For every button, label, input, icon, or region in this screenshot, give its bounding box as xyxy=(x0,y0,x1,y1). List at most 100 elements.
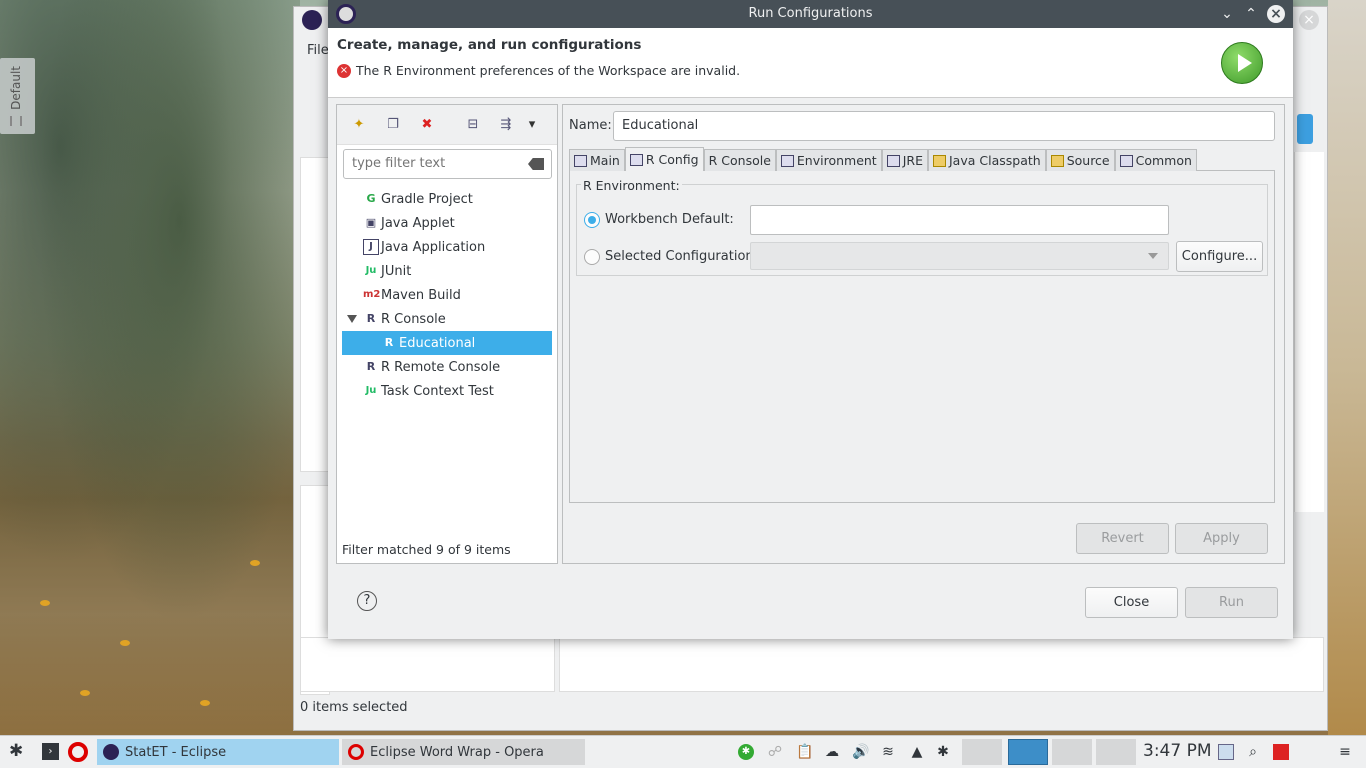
menu-icon[interactable]: ≡ xyxy=(1337,744,1353,760)
wallpaper-right xyxy=(1328,0,1366,735)
filter-icon[interactable]: ⇶ xyxy=(498,117,514,133)
eclipse-editor-panel xyxy=(559,637,1324,692)
opera-icon[interactable] xyxy=(68,742,88,762)
chevron-down-icon xyxy=(1148,253,1158,259)
workbench-default-radio[interactable] xyxy=(584,212,600,228)
desktop-pager-1[interactable] xyxy=(962,739,1002,765)
tab-jre[interactable]: JRE xyxy=(881,149,928,171)
desktop-pager-3[interactable] xyxy=(1052,739,1092,765)
expand-tray-icon[interactable]: ▲ xyxy=(909,744,925,760)
view-menu-icon[interactable]: ▾ xyxy=(524,117,540,133)
taskbar: ✱ › StatET - Eclipse Eclipse Word Wrap -… xyxy=(0,735,1366,768)
app-tray-icon[interactable]: ✱ xyxy=(738,744,754,760)
environment-icon xyxy=(780,154,794,167)
common-icon xyxy=(1119,154,1133,167)
close-button[interactable]: Close xyxy=(1085,587,1178,618)
selected-configuration-radio[interactable] xyxy=(584,249,600,265)
clipboard-icon[interactable]: 📋 xyxy=(796,744,813,760)
configuration-editor-pane: Name: Educational Main R Config R Consol… xyxy=(562,104,1285,564)
dialog-header: Create, manage, and run configurations ×… xyxy=(328,28,1293,98)
eclipse-toolbar-button[interactable] xyxy=(1297,114,1313,144)
kde-connect-icon[interactable]: ☍ xyxy=(767,744,783,760)
tab-java-classpath[interactable]: Java Classpath xyxy=(928,149,1046,171)
minimize-button[interactable]: ⌄ xyxy=(1218,5,1236,23)
tab-label: R Config xyxy=(645,152,699,167)
error-message: × The R Environment preferences of the W… xyxy=(337,63,740,78)
eclipse-view-panel xyxy=(300,157,330,472)
tab-environment[interactable]: Environment xyxy=(775,149,882,171)
maven-icon: m2 xyxy=(363,289,381,300)
kde-icon[interactable]: ✱ xyxy=(935,744,951,760)
task-context-icon: Ju xyxy=(365,385,377,396)
task-statet-eclipse[interactable]: StatET - Eclipse xyxy=(97,739,339,765)
tab-label: Main xyxy=(590,153,620,168)
apply-button[interactable]: Apply xyxy=(1175,523,1268,554)
tab-r-config[interactable]: R Config xyxy=(624,147,704,171)
tree-item-java-application[interactable]: J Java Application xyxy=(337,235,557,259)
grip-icon xyxy=(10,116,22,126)
collapse-all-icon[interactable]: ⊟ xyxy=(465,117,481,133)
search-icon[interactable]: ⌕ xyxy=(1245,744,1261,760)
help-icon[interactable]: ? xyxy=(357,591,377,611)
menu-file[interactable]: File xyxy=(307,43,329,58)
eclipse-close-button[interactable]: × xyxy=(1299,10,1319,30)
r-environment-group: R Environment: Workbench Default: Select… xyxy=(576,178,1268,276)
kde-launcher-icon[interactable]: ✱ xyxy=(9,741,23,761)
chevron-down-icon[interactable] xyxy=(347,315,357,323)
tree-item-junit[interactable]: Ju JUnit xyxy=(337,259,557,283)
tab-main[interactable]: Main xyxy=(569,149,625,171)
wifi-icon[interactable]: ≋ xyxy=(880,744,896,760)
tree-item-label: Java Application xyxy=(381,239,486,255)
eclipse-view-panel xyxy=(300,637,555,692)
workbench-default-field xyxy=(750,205,1169,235)
desktop-pager-2[interactable] xyxy=(1008,739,1048,765)
revert-button[interactable]: Revert xyxy=(1076,523,1169,554)
configure-button[interactable]: Configure... xyxy=(1176,241,1263,272)
tree-item-r-console[interactable]: R R Console xyxy=(337,307,557,331)
dialog-titlebar[interactable]: Run Configurations ⌄ ⌃ × xyxy=(328,0,1293,28)
filter-input[interactable] xyxy=(352,150,532,176)
junit-icon: Ju xyxy=(365,265,377,276)
duplicate-icon[interactable]: ❐ xyxy=(385,117,401,133)
java-application-icon: J xyxy=(363,239,379,255)
dialog-title: Run Configurations xyxy=(748,6,873,21)
tree-item-educational[interactable]: R Educational xyxy=(342,331,552,355)
tree-item-maven-build[interactable]: m2 Maven Build xyxy=(337,283,557,307)
delete-icon[interactable]: ✖ xyxy=(419,117,435,133)
run-button[interactable]: Run xyxy=(1185,587,1278,618)
tree-item-label: Java Applet xyxy=(381,215,455,231)
tree-item-label: Maven Build xyxy=(381,287,461,303)
tab-source[interactable]: Source xyxy=(1045,149,1115,171)
clock[interactable]: 3:47 PM xyxy=(1143,741,1212,761)
terminal-icon[interactable]: › xyxy=(42,743,59,760)
new-configuration-icon[interactable]: ✦ xyxy=(351,117,367,133)
r-console-icon: R xyxy=(384,336,394,349)
app-red-icon[interactable] xyxy=(1273,744,1289,760)
tree-item-task-context-test[interactable]: Ju Task Context Test xyxy=(337,379,557,403)
task-opera[interactable]: Eclipse Word Wrap - Opera xyxy=(342,739,585,765)
tree-item-label: Gradle Project xyxy=(381,191,473,207)
eclipse-icon xyxy=(302,10,322,30)
gradle-icon: G xyxy=(366,192,376,205)
filter-input-box[interactable] xyxy=(343,149,552,179)
error-text: The R Environment preferences of the Wor… xyxy=(356,63,741,78)
close-icon[interactable]: × xyxy=(1267,5,1285,23)
desktop-pager-4[interactable] xyxy=(1096,739,1136,765)
tree-item-label: R Console xyxy=(381,311,446,327)
wallpaper-leaf xyxy=(80,690,90,696)
tab-r-console[interactable]: R Console xyxy=(703,149,776,171)
wallpaper-leaf xyxy=(200,700,210,706)
tab-label: Common xyxy=(1135,153,1192,168)
name-field[interactable]: Educational xyxy=(613,111,1275,141)
tree-item-java-applet[interactable]: ▣ Java Applet xyxy=(337,211,557,235)
workbench-default-label: Workbench Default: xyxy=(605,212,734,227)
tab-common[interactable]: Common xyxy=(1114,149,1197,171)
maximize-button[interactable]: ⌃ xyxy=(1242,5,1260,23)
desktop-side-tab[interactable]: Default xyxy=(0,58,35,134)
cloud-icon[interactable]: ☁ xyxy=(824,744,840,760)
selected-configuration-label: Selected Configuration: xyxy=(605,249,759,264)
tree-item-gradle-project[interactable]: G Gradle Project xyxy=(337,187,557,211)
tree-item-r-remote-console[interactable]: R R Remote Console xyxy=(337,355,557,379)
image-viewer-icon[interactable] xyxy=(1218,744,1234,760)
volume-icon[interactable]: 🔊 xyxy=(852,744,869,760)
